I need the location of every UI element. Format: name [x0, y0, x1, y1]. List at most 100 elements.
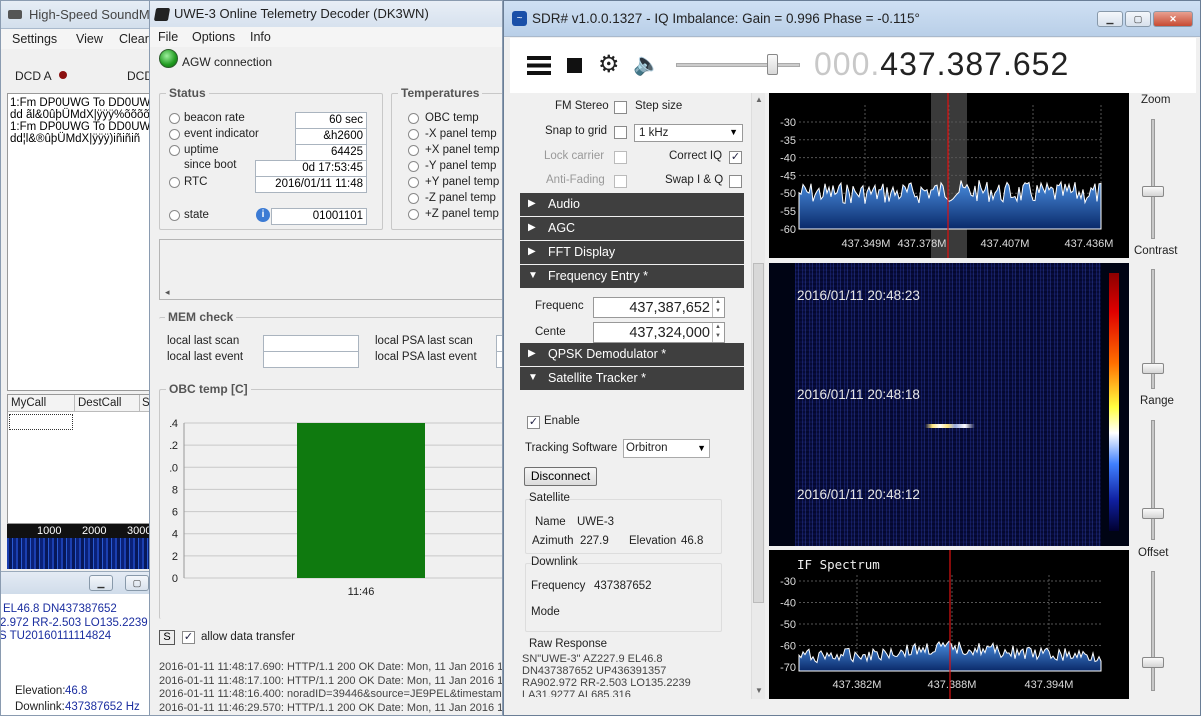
- spin-arrows-icon[interactable]: ▲ ▼: [712, 323, 723, 342]
- scroll-thumb[interactable]: [753, 263, 764, 603]
- plus-z-temp-label: +Z panel temp: [425, 208, 499, 220]
- correct-iq-checkbox[interactable]: ✓: [729, 151, 742, 164]
- soundmodem-titlebar[interactable]: High-Speed SoundM: [1, 1, 149, 29]
- uptime-label: uptime: [184, 144, 219, 156]
- step-size-label: Step size: [635, 100, 683, 112]
- menu-clear[interactable]: Clear: [119, 32, 149, 46]
- sdr-minimize[interactable]: ▁: [1097, 11, 1123, 27]
- scroll-down-arrow[interactable]: ▼: [755, 686, 763, 695]
- disconnect-label: Disconnect: [530, 469, 591, 483]
- range-thumb[interactable]: [1142, 508, 1164, 519]
- sat-name-label: Name: [535, 516, 566, 528]
- center-entry-input[interactable]: 437,324,000 ▲ ▼: [593, 322, 725, 343]
- calls-table[interactable]: MyCall DestCall S: [7, 394, 149, 524]
- swap-iq-checkbox[interactable]: [729, 175, 742, 188]
- zoom-slider[interactable]: [1151, 119, 1155, 239]
- volume-slider[interactable]: [676, 63, 800, 67]
- frequency-display[interactable]: 000.437.387.652: [814, 46, 1069, 83]
- if-spectrum-title: IF Spectrum: [797, 557, 880, 572]
- radio-minus-z-temp[interactable]: [408, 193, 419, 204]
- radio-obc-temp[interactable]: [408, 113, 419, 124]
- offset-thumb[interactable]: [1142, 657, 1164, 668]
- x-tick-label: 437.388M: [928, 679, 977, 691]
- decoder-log[interactable]: 2016-01-11 11:48:17.690: HTTP/1.1 200 OK…: [159, 661, 503, 715]
- sdr-close[interactable]: ✕: [1153, 11, 1193, 27]
- allow-data-transfer-checkbox[interactable]: ✓: [182, 631, 195, 644]
- log-line: 2016-01-11 11:48:17.690: HTTP/1.1 200 OK…: [159, 661, 503, 673]
- scroll-up-arrow[interactable]: ▲: [755, 95, 763, 104]
- volume-thumb[interactable]: [767, 54, 778, 75]
- section-satellite-tracker[interactable]: ▼ Satellite Tracker *: [520, 367, 744, 390]
- scroll-left-arrow[interactable]: ◂: [165, 287, 170, 298]
- decoder-output-box[interactable]: [159, 239, 502, 300]
- stop-icon[interactable]: [567, 58, 582, 73]
- sdr-app-icon: ~: [512, 11, 527, 26]
- radio-beacon-rate[interactable]: [169, 113, 180, 124]
- menu-file[interactable]: File: [158, 30, 178, 44]
- frequency-entry-value: 437,387,652: [629, 300, 710, 316]
- snap-to-grid-checkbox[interactable]: [614, 126, 627, 139]
- section-agc[interactable]: ▶ AGC: [520, 217, 744, 240]
- step-size-select[interactable]: 1 kHz ▼: [634, 124, 743, 142]
- if-spectrum-panel[interactable]: -30 -40 -50 -60 -70 437.382M 437.388M 437.394M …: [769, 550, 1129, 699]
- section-fft-display[interactable]: ▶ FFT Display: [520, 241, 744, 264]
- anti-fading-checkbox[interactable]: [614, 175, 627, 188]
- waterfall-panel[interactable]: 2016/01/11 20:48:23 2016/01/11 20:48:18 …: [769, 263, 1129, 546]
- sdr-titlebar[interactable]: ~ SDR# v1.0.0.1327 - IQ Imbalance: Gain …: [504, 1, 1200, 37]
- range-slider[interactable]: [1151, 420, 1155, 540]
- menu-icon[interactable]: [527, 56, 551, 75]
- log-line: 2016-01-11 11:48:16.400: noradID=39446&s…: [159, 688, 503, 700]
- radio-state[interactable]: [169, 210, 180, 221]
- left-panel-scrollbar[interactable]: ▲ ▼: [751, 93, 765, 699]
- radio-minus-y-temp[interactable]: [408, 161, 419, 172]
- radio-uptime[interactable]: [169, 145, 180, 156]
- spin-arrows-icon[interactable]: ▲ ▼: [712, 298, 723, 317]
- section-qpsk-demodulator[interactable]: ▶ QPSK Demodulator *: [520, 343, 744, 366]
- table-row[interactable]: [9, 414, 73, 430]
- subwindow-minimize[interactable]: ▁: [89, 575, 113, 591]
- speaker-icon[interactable]: 🔈: [633, 52, 660, 76]
- radio-plus-y-temp[interactable]: [408, 177, 419, 188]
- zoom-thumb[interactable]: [1142, 186, 1164, 197]
- menu-settings[interactable]: Settings: [12, 32, 57, 46]
- enable-checkbox[interactable]: ✓: [527, 416, 540, 429]
- radio-rtc[interactable]: [169, 177, 180, 188]
- section-audio[interactable]: ▶ Audio: [520, 193, 744, 216]
- info-icon[interactable]: i: [256, 208, 270, 222]
- lock-carrier-checkbox[interactable]: [614, 151, 627, 164]
- fft-spectrum-panel[interactable]: -30 -35 -40 -45 -50 -55 -60 437.349M 437.378M 437…: [769, 93, 1129, 258]
- radio-plus-x-temp[interactable]: [408, 145, 419, 156]
- scale-2000: 2000: [82, 525, 107, 537]
- s-button[interactable]: S: [159, 630, 175, 645]
- col-destcall[interactable]: DestCall: [78, 397, 121, 409]
- beacon-rate-label: beacon rate: [184, 112, 245, 124]
- center-entry-label: Cente: [535, 326, 566, 338]
- correct-iq-label: Correct IQ: [669, 150, 723, 162]
- gear-icon[interactable]: ⚙: [598, 53, 620, 77]
- tracking-software-select[interactable]: Orbitron ▼: [623, 439, 710, 458]
- frequency-entry-label: Frequenc: [535, 300, 584, 312]
- col-mycall[interactable]: MyCall: [11, 397, 46, 409]
- frequency-entry-input[interactable]: 437,387,652 ▲ ▼: [593, 297, 725, 318]
- menu-info[interactable]: Info: [250, 30, 271, 44]
- sub-line-3: S TU20160111114824: [0, 630, 112, 642]
- radio-plus-z-temp[interactable]: [408, 209, 419, 220]
- log-line: dd ãl&0ûþÜMdX|ÿÿÿ%õõõõ: [10, 109, 150, 121]
- raw-line: LA31.9277 AL685.316: [522, 689, 631, 697]
- decoder-titlebar[interactable]: UWE-3 Online Telemetry Decoder (DK3WN): [150, 1, 502, 29]
- radio-event-indicator[interactable]: [169, 129, 180, 140]
- state-label: state: [184, 209, 209, 221]
- fm-stereo-checkbox[interactable]: [614, 101, 627, 114]
- contrast-thumb[interactable]: [1142, 363, 1164, 374]
- radio-minus-x-temp[interactable]: [408, 129, 419, 140]
- sdr-maximize[interactable]: ▢: [1125, 11, 1151, 27]
- offset-slider[interactable]: [1151, 571, 1155, 691]
- disconnect-button[interactable]: Disconnect: [524, 467, 597, 486]
- menu-options[interactable]: Options: [192, 30, 235, 44]
- menu-view[interactable]: View: [76, 32, 103, 46]
- x-tick-label: 11:46: [348, 586, 375, 598]
- subwindow-maximize[interactable]: ▢: [125, 575, 149, 591]
- soundmodem-log[interactable]: 1:Fm DP0UWG To DD0UWE dd ãl&0ûþÜMdX|ÿÿÿ%…: [7, 93, 150, 391]
- section-frequency-entry[interactable]: ▼ Frequency Entry *: [520, 265, 744, 288]
- raw-response-title: Raw Response: [529, 638, 607, 650]
